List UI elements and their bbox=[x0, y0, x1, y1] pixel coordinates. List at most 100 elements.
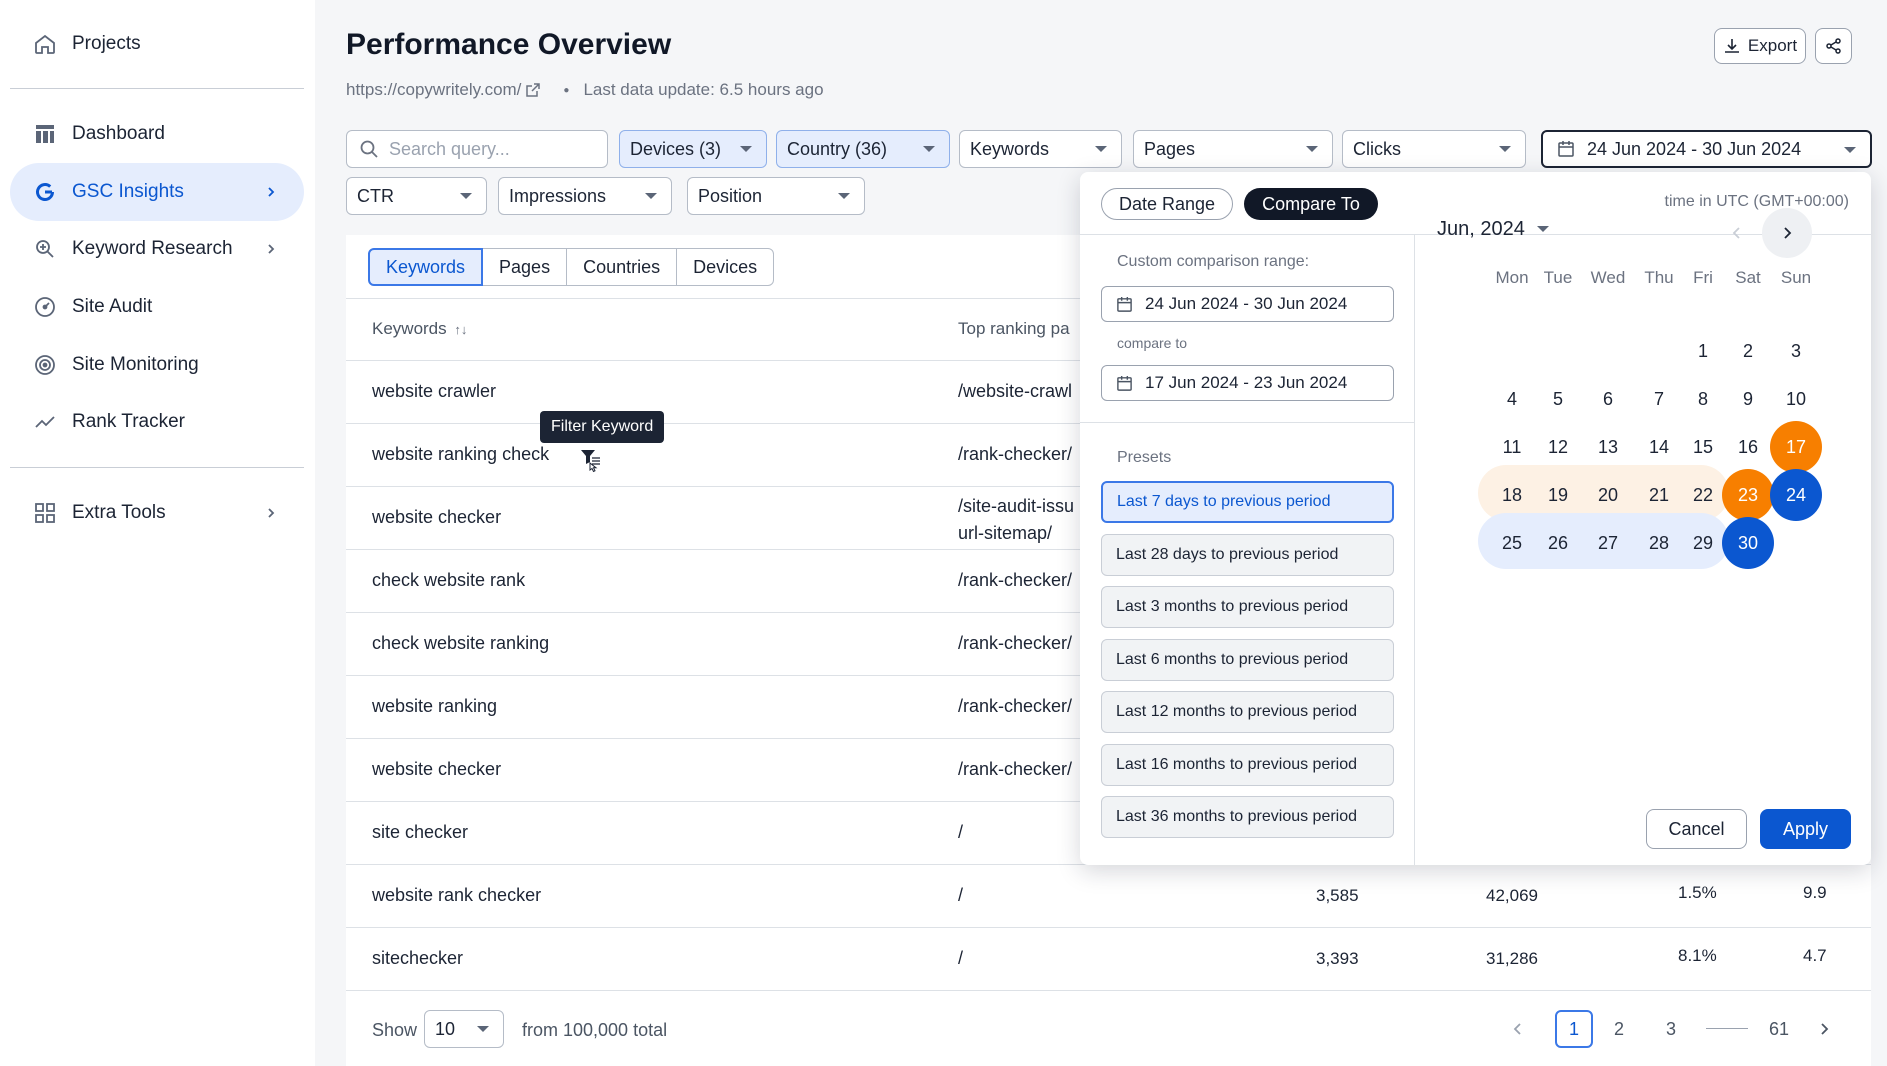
tab-compare-to[interactable]: Compare To bbox=[1244, 188, 1378, 220]
filter-icon[interactable] bbox=[580, 448, 602, 474]
projects-link[interactable]: Projects bbox=[10, 15, 304, 73]
calendar-day[interactable]: 30 bbox=[1722, 517, 1774, 569]
preset-option[interactable]: Last 16 months to previous period bbox=[1101, 744, 1394, 786]
export-button[interactable]: Export bbox=[1714, 28, 1806, 64]
ctr-filter-label: CTR bbox=[357, 185, 394, 206]
share-button[interactable] bbox=[1815, 28, 1852, 64]
separator-dot: ● bbox=[563, 84, 570, 96]
position-filter[interactable]: Position bbox=[687, 177, 865, 215]
preset-option[interactable]: Last 6 months to previous period bbox=[1101, 639, 1394, 681]
external-link-icon[interactable] bbox=[525, 82, 541, 98]
clicks-filter[interactable]: Clicks bbox=[1342, 130, 1526, 168]
site-url-link[interactable]: https://copywritely.com/ bbox=[346, 80, 521, 100]
calendar-day[interactable]: 18 bbox=[1486, 469, 1538, 521]
calendar-day[interactable]: 23 bbox=[1722, 469, 1774, 521]
page-cell[interactable]: /rank-checker/ bbox=[958, 570, 1072, 591]
table-row[interactable]: sitechecker / 3,393 31,286 8.1% 4.7 bbox=[346, 928, 1871, 991]
calendar-day[interactable]: 10 bbox=[1770, 373, 1822, 425]
range-input[interactable]: 24 Jun 2024 - 30 Jun 2024 bbox=[1101, 286, 1394, 322]
presets-label: Presets bbox=[1117, 449, 1172, 466]
keywords-filter[interactable]: Keywords bbox=[959, 130, 1122, 168]
calendar-day[interactable]: 11 bbox=[1486, 421, 1538, 473]
calendar-day[interactable]: 5 bbox=[1532, 373, 1584, 425]
calendar-day[interactable]: 19 bbox=[1532, 469, 1584, 521]
sidebar-item-site-monitoring[interactable]: Site Monitoring bbox=[10, 336, 304, 394]
sidebar-divider bbox=[10, 88, 304, 89]
page-size-select[interactable]: 10 bbox=[424, 1010, 504, 1048]
column-header-keywords[interactable]: Keywords ↑↓ bbox=[372, 319, 467, 339]
page-cell[interactable]: /rank-checker/ bbox=[958, 696, 1072, 717]
month-select[interactable]: Jun, 2024 bbox=[1437, 215, 1549, 243]
sidebar-item-dashboard[interactable]: Dashboard bbox=[10, 105, 304, 163]
calendar-day[interactable]: 6 bbox=[1582, 373, 1634, 425]
sidebar-item-keyword-research[interactable]: Keyword Research bbox=[10, 220, 304, 278]
calendar-day[interactable]: 12 bbox=[1532, 421, 1584, 473]
page-cell[interactable]: / bbox=[958, 885, 963, 906]
prev-page-icon[interactable] bbox=[1506, 1010, 1530, 1048]
calendar-day[interactable]: 17 bbox=[1770, 421, 1822, 473]
page-cell[interactable]: /website-crawl bbox=[958, 381, 1072, 402]
page-cell[interactable]: / bbox=[958, 948, 963, 969]
page-button[interactable]: 1 bbox=[1555, 1010, 1593, 1048]
preset-option[interactable]: Last 12 months to previous period bbox=[1101, 691, 1394, 733]
calendar-day[interactable]: 20 bbox=[1582, 469, 1634, 521]
calendar-icon bbox=[1557, 140, 1575, 158]
presets-divider bbox=[1080, 422, 1414, 423]
calendar-day[interactable]: 16 bbox=[1722, 421, 1774, 473]
devices-filter[interactable]: Devices (3) bbox=[619, 130, 767, 168]
preset-option[interactable]: Last 28 days to previous period bbox=[1101, 534, 1394, 576]
calendar-day[interactable]: 26 bbox=[1532, 517, 1584, 569]
date-range-filter[interactable]: 24 Jun 2024 - 30 Jun 2024 bbox=[1541, 130, 1872, 168]
table-row[interactable]: website rank checker / 3,585 42,069 1.5%… bbox=[346, 865, 1871, 928]
compare-input[interactable]: 17 Jun 2024 - 23 Jun 2024 bbox=[1101, 365, 1394, 401]
page-button[interactable]: 3 bbox=[1652, 1010, 1690, 1048]
page-cell[interactable]: /rank-checker/ bbox=[958, 444, 1072, 465]
timezone-label: time in UTC (GMT+00:00) bbox=[1664, 193, 1849, 210]
page-cell[interactable]: /rank-checker/ bbox=[958, 759, 1072, 780]
pages-filter[interactable]: Pages bbox=[1133, 130, 1333, 168]
popup-divider bbox=[1414, 234, 1415, 865]
page-cell[interactable]: / bbox=[958, 822, 963, 843]
prev-month-icon[interactable] bbox=[1712, 208, 1762, 258]
tab-devices[interactable]: Devices bbox=[676, 248, 775, 286]
tab-pages[interactable]: Pages bbox=[482, 248, 568, 286]
country-filter[interactable]: Country (36) bbox=[776, 130, 950, 168]
tab-keywords[interactable]: Keywords bbox=[368, 248, 484, 286]
calendar-day[interactable]: 4 bbox=[1486, 373, 1538, 425]
keywords-filter-label: Keywords bbox=[970, 138, 1050, 159]
column-header-top-page[interactable]: Top ranking pa bbox=[958, 319, 1070, 339]
last-update: Last data update: 6.5 hours ago bbox=[583, 80, 824, 99]
sidebar-item-site-audit[interactable]: Site Audit bbox=[10, 278, 304, 336]
page-cell[interactable]: /site-audit-issu url-sitemap/ bbox=[958, 493, 1074, 547]
impressions-filter[interactable]: Impressions bbox=[498, 177, 672, 215]
sidebar-item-extra-tools[interactable]: Extra Tools bbox=[10, 484, 304, 542]
calendar-day[interactable]: 25 bbox=[1486, 517, 1538, 569]
calendar-day[interactable]: 13 bbox=[1582, 421, 1634, 473]
caret-down-icon bbox=[645, 193, 657, 199]
page-cell[interactable]: /rank-checker/ bbox=[958, 633, 1072, 654]
sidebar-item-gsc-insights[interactable]: GSC Insights bbox=[10, 163, 304, 221]
calendar-day[interactable]: 9 bbox=[1722, 373, 1774, 425]
sidebar-item-label: Rank Tracker bbox=[72, 411, 185, 432]
tab-date-range[interactable]: Date Range bbox=[1101, 188, 1233, 220]
next-month-icon[interactable] bbox=[1762, 208, 1812, 258]
ctr-filter[interactable]: CTR bbox=[346, 177, 487, 215]
calendar-day[interactable]: 2 bbox=[1722, 325, 1774, 377]
calendar-day[interactable]: 3 bbox=[1770, 325, 1822, 377]
tab-countries[interactable]: Countries bbox=[566, 248, 678, 286]
page-button[interactable]: 2 bbox=[1600, 1010, 1638, 1048]
weekday-label: Tue bbox=[1543, 268, 1573, 287]
preset-option[interactable]: Last 3 months to previous period bbox=[1101, 586, 1394, 628]
page-button[interactable]: 61 bbox=[1760, 1010, 1798, 1048]
preset-option[interactable]: Last 36 months to previous period bbox=[1101, 796, 1394, 838]
apply-button[interactable]: Apply bbox=[1760, 809, 1851, 849]
next-page-icon[interactable] bbox=[1812, 1010, 1836, 1048]
preset-option[interactable]: Last 7 days to previous period bbox=[1101, 481, 1394, 523]
cancel-button[interactable]: Cancel bbox=[1646, 809, 1747, 849]
calendar-day[interactable]: 24 bbox=[1770, 469, 1822, 521]
search-input[interactable]: Search query... bbox=[346, 130, 608, 168]
date-range-label: 24 Jun 2024 - 30 Jun 2024 bbox=[1587, 138, 1802, 159]
sidebar-item-rank-tracker[interactable]: Rank Tracker bbox=[10, 393, 304, 451]
calendar-day[interactable]: 27 bbox=[1582, 517, 1634, 569]
sort-icon[interactable]: ↑↓ bbox=[454, 322, 467, 337]
